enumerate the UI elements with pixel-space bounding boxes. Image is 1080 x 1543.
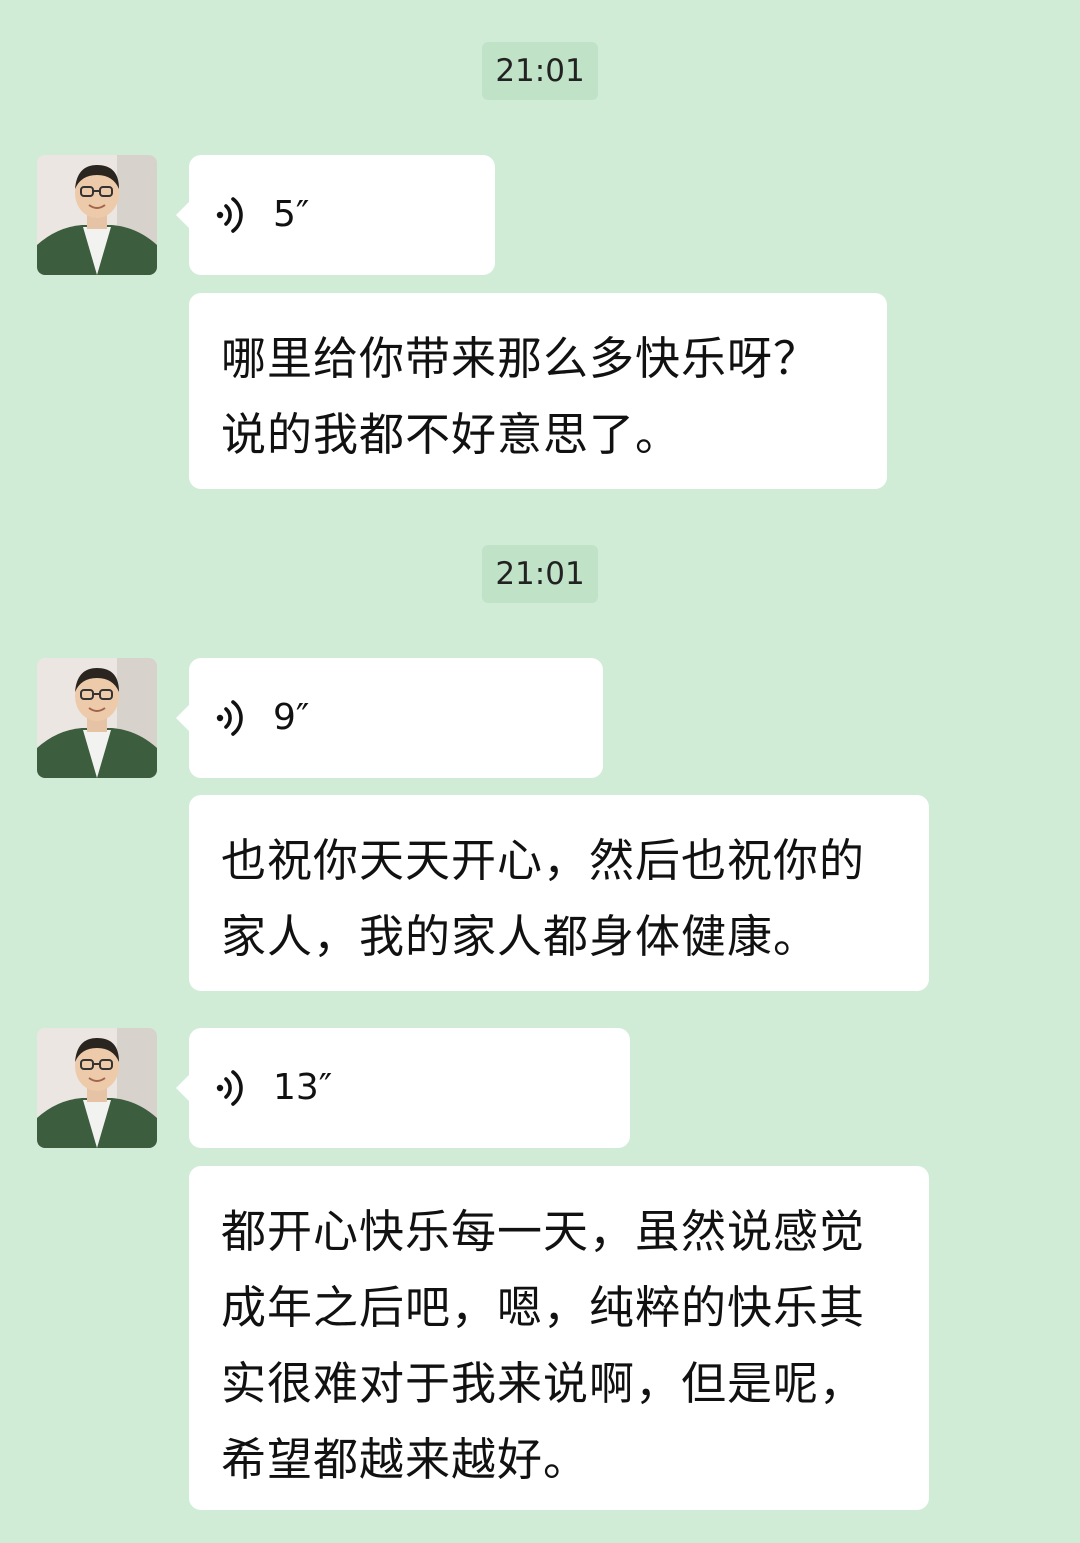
text-message[interactable]: 也祝你天天开心，然后也祝你的家人，我的家人都身体健康。 [189,795,929,991]
avatar-portrait [37,658,157,778]
voice-wave-icon [216,197,243,233]
message-text: 也祝你天天开心，然后也祝你的家人，我的家人都身体健康。 [221,834,866,963]
contact-avatar[interactable] [37,658,157,778]
voice-wave-icon [216,1070,243,1106]
message-text: 都开心快乐每一天，虽然说感觉成年之后吧，嗯，纯粹的快乐其实很难对于我来说啊，但是… [221,1205,866,1486]
message-text: 哪里给你带来那么多快乐呀？说的我都不好意思了。 [221,332,820,461]
voice-duration: 13″ [273,1067,333,1108]
voice-duration: 5″ [273,194,310,235]
avatar-portrait [37,155,157,275]
voice-message[interactable]: 9″ [176,658,603,778]
voice-message[interactable]: 5″ [176,155,495,275]
timestamp: 21:01 [482,545,598,603]
contact-avatar[interactable] [37,155,157,275]
voice-message[interactable]: 13″ [176,1028,630,1148]
text-message[interactable]: 都开心快乐每一天，虽然说感觉成年之后吧，嗯，纯粹的快乐其实很难对于我来说啊，但是… [189,1166,929,1510]
timestamp: 21:01 [482,42,598,100]
voice-wave-icon [216,700,243,736]
voice-duration: 9″ [273,697,310,738]
contact-avatar[interactable] [37,1028,157,1148]
text-message[interactable]: 哪里给你带来那么多快乐呀？说的我都不好意思了。 [189,293,887,489]
avatar-portrait [37,1028,157,1148]
